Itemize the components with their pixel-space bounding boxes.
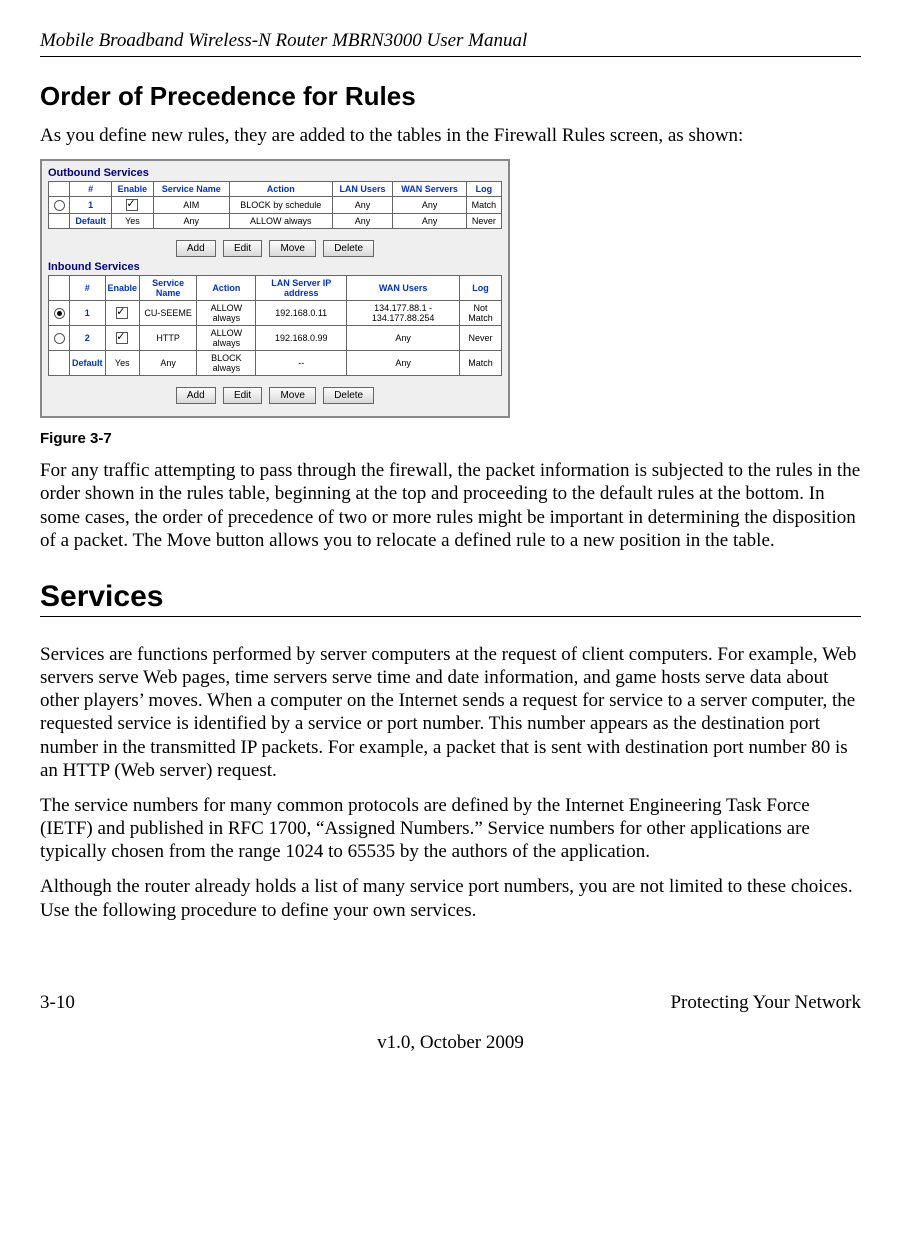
row-radio[interactable] xyxy=(54,333,65,344)
footer-chapter: Protecting Your Network xyxy=(670,992,861,1014)
row-num-link[interactable]: 1 xyxy=(70,301,106,326)
inbound-services-label: Inbound Services xyxy=(48,261,502,273)
row-action: ALLOW always xyxy=(197,301,256,326)
row-lan: Any xyxy=(332,197,393,214)
col-enable: Enable xyxy=(112,182,153,197)
col-action: Action xyxy=(197,276,256,301)
table-row: 1 AIM BLOCK by schedule Any Any Match xyxy=(49,197,502,214)
row-action: ALLOW always xyxy=(197,326,256,351)
row-log: Not Match xyxy=(460,301,502,326)
col-service: Service Name xyxy=(153,182,229,197)
paragraph-intro: As you define new rules, they are added … xyxy=(40,124,861,147)
row-action: ALLOW always xyxy=(229,214,332,229)
row-lanip: 192.168.0.99 xyxy=(256,326,347,351)
outbound-table: # Enable Service Name Action LAN Users W… xyxy=(48,181,502,229)
row-wan: Any xyxy=(393,214,466,229)
row-service: AIM xyxy=(153,197,229,214)
row-enable-checkbox[interactable] xyxy=(116,332,128,344)
table-row: Default Yes Any BLOCK always -- Any Matc… xyxy=(49,351,502,376)
table-row: 1 CU-SEEME ALLOW always 192.168.0.11 134… xyxy=(49,301,502,326)
col-service: Service Name xyxy=(140,276,197,301)
row-default-label: Default xyxy=(70,351,106,376)
col-wan: WAN Users xyxy=(347,276,460,301)
col-enable: Enable xyxy=(105,276,140,301)
row-num-link[interactable]: 1 xyxy=(70,197,112,214)
edit-button[interactable]: Edit xyxy=(223,387,262,404)
paragraph-precedence: For any traffic attempting to pass throu… xyxy=(40,459,861,552)
inbound-table: # Enable Service Name Action LAN Server … xyxy=(48,275,502,376)
row-num-link[interactable]: 2 xyxy=(70,326,106,351)
footer-version: v1.0, October 2009 xyxy=(40,1032,861,1054)
delete-button[interactable]: Delete xyxy=(323,240,374,257)
row-enable-text: Yes xyxy=(105,351,140,376)
row-action: BLOCK by schedule xyxy=(229,197,332,214)
outbound-button-row: Add Edit Move Delete xyxy=(48,235,502,257)
page-number: 3-10 xyxy=(40,992,75,1014)
edit-button[interactable]: Edit xyxy=(223,240,262,257)
row-service: Any xyxy=(153,214,229,229)
firewall-rules-figure: Outbound Services # Enable Service Name … xyxy=(40,159,510,418)
row-action: BLOCK always xyxy=(197,351,256,376)
row-service: Any xyxy=(140,351,197,376)
subheading-order-precedence: Order of Precedence for Rules xyxy=(40,81,861,112)
col-num: # xyxy=(70,276,106,301)
paragraph-services-3: Although the router already holds a list… xyxy=(40,875,861,921)
paragraph-services-1: Services are functions performed by serv… xyxy=(40,643,861,782)
col-num: # xyxy=(70,182,112,197)
row-log: Match xyxy=(466,197,501,214)
row-log: Match xyxy=(460,351,502,376)
figure-caption: Figure 3-7 xyxy=(40,430,861,447)
row-lan: Any xyxy=(332,214,393,229)
delete-button[interactable]: Delete xyxy=(323,387,374,404)
doc-header-title: Mobile Broadband Wireless-N Router MBRN3… xyxy=(40,30,861,52)
col-lan: LAN Users xyxy=(332,182,393,197)
add-button[interactable]: Add xyxy=(176,387,216,404)
page-footer: 3-10 Protecting Your Network xyxy=(40,992,861,1014)
section-heading-services: Services xyxy=(40,580,861,614)
row-default-label: Default xyxy=(70,214,112,229)
row-radio[interactable] xyxy=(54,308,65,319)
col-lanip: LAN Server IP address xyxy=(256,276,347,301)
col-log: Log xyxy=(460,276,502,301)
row-radio[interactable] xyxy=(54,200,65,211)
move-button[interactable]: Move xyxy=(269,240,315,257)
outbound-services-label: Outbound Services xyxy=(48,167,502,179)
row-lanip: 192.168.0.11 xyxy=(256,301,347,326)
row-service: HTTP xyxy=(140,326,197,351)
row-enable-checkbox[interactable] xyxy=(116,307,128,319)
row-enable-text: Yes xyxy=(112,214,153,229)
paragraph-services-2: The service numbers for many common prot… xyxy=(40,794,861,864)
row-wan: Any xyxy=(393,197,466,214)
table-row: Default Yes Any ALLOW always Any Any Nev… xyxy=(49,214,502,229)
inbound-button-row: Add Edit Move Delete xyxy=(48,382,502,404)
table-row: 2 HTTP ALLOW always 192.168.0.99 Any Nev… xyxy=(49,326,502,351)
col-log: Log xyxy=(466,182,501,197)
row-lanip: -- xyxy=(256,351,347,376)
row-wan: Any xyxy=(347,326,460,351)
row-service: CU-SEEME xyxy=(140,301,197,326)
header-rule xyxy=(40,56,861,57)
section-rule xyxy=(40,616,861,617)
row-log: Never xyxy=(460,326,502,351)
row-wan: Any xyxy=(347,351,460,376)
add-button[interactable]: Add xyxy=(176,240,216,257)
outbound-header-row: # Enable Service Name Action LAN Users W… xyxy=(49,182,502,197)
col-action: Action xyxy=(229,182,332,197)
row-wan: 134.177.88.1 - 134.177.88.254 xyxy=(347,301,460,326)
col-wan: WAN Servers xyxy=(393,182,466,197)
inbound-header-row: # Enable Service Name Action LAN Server … xyxy=(49,276,502,301)
row-log: Never xyxy=(466,214,501,229)
row-enable-checkbox[interactable] xyxy=(126,199,138,211)
move-button[interactable]: Move xyxy=(269,387,315,404)
